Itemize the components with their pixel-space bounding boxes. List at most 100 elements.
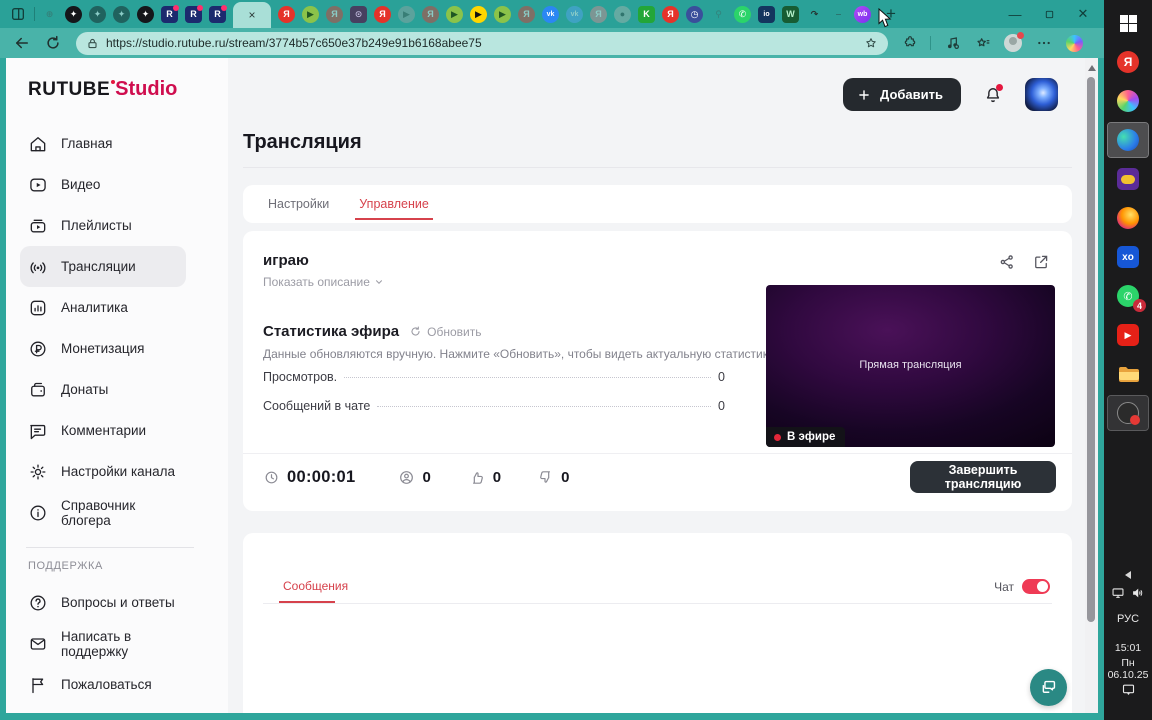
show-description-toggle[interactable]: Показать описание xyxy=(263,275,384,289)
taskbar-obs[interactable] xyxy=(1108,396,1148,430)
channel-avatar[interactable] xyxy=(1025,78,1058,111)
collections-icon[interactable] xyxy=(975,35,991,51)
close-window-button[interactable]: ✕ xyxy=(1066,1,1100,27)
scrollbar-up-arrow[interactable] xyxy=(1088,65,1096,71)
language-indicator[interactable]: РУС xyxy=(1104,613,1152,625)
taskbar-windows-start[interactable] xyxy=(1108,6,1148,40)
back-button[interactable] xyxy=(13,34,31,52)
taskbar-game-center[interactable] xyxy=(1108,162,1148,196)
kontur-favicon[interactable]: K xyxy=(638,6,655,23)
sidebar-item-video[interactable]: Видео xyxy=(20,164,186,205)
music-extension-icon[interactable] xyxy=(945,35,961,51)
sidebar-item-blogger-guide[interactable]: Справочник блогера xyxy=(20,492,186,533)
taskbar-xo-app[interactable]: xo xyxy=(1108,240,1148,274)
add-button[interactable]: Добавить xyxy=(843,78,961,111)
search-favicon[interactable]: ⚲ xyxy=(710,6,727,23)
stream-preview[interactable]: Прямая трансляция В эфире xyxy=(766,285,1055,447)
star-app-favicon[interactable]: ✦ xyxy=(65,6,82,23)
star-app-favicon[interactable]: ✦ xyxy=(137,6,154,23)
hidden-icons-arrow[interactable] xyxy=(1104,566,1152,584)
active-tab[interactable]: × xyxy=(233,2,271,28)
sidebar-item-broadcasts[interactable]: Трансляции xyxy=(20,246,186,287)
address-bar[interactable]: https://studio.rutube.ru/stream/3774b57c… xyxy=(76,32,888,55)
browser-profile-avatar[interactable] xyxy=(1004,34,1022,52)
sidebar-item-report[interactable]: Пожаловаться xyxy=(20,664,186,705)
play-favicon[interactable]: ▶ xyxy=(398,6,415,23)
wb-favicon[interactable]: wb xyxy=(854,6,871,23)
more-menu-icon[interactable] xyxy=(1036,35,1052,51)
finish-stream-button[interactable]: Завершить трансляцию xyxy=(910,461,1056,493)
globe-favicon[interactable]: ⊕ xyxy=(41,6,58,23)
sidebar-item-monetization[interactable]: Монетизация xyxy=(20,328,186,369)
oval-app-favicon[interactable]: ⊙ xyxy=(350,6,367,23)
reload-button[interactable] xyxy=(44,34,62,52)
system-tray[interactable] xyxy=(1104,586,1152,600)
sidebar-item-channel-settings[interactable]: Настройки канала xyxy=(20,451,186,492)
yandex-favicon[interactable]: Я xyxy=(374,6,391,23)
rutube-favicon[interactable]: R xyxy=(185,6,202,23)
clock-app-favicon[interactable]: ◷ xyxy=(686,6,703,23)
sidebar-item-analytics[interactable]: Аналитика xyxy=(20,287,186,328)
refresh-button[interactable]: Обновить xyxy=(409,325,481,339)
taskbar-firefox[interactable] xyxy=(1108,201,1148,235)
support-chat-fab[interactable] xyxy=(1030,669,1067,706)
chat-toggle[interactable] xyxy=(1022,579,1050,594)
star-app-favicon[interactable]: ✦ xyxy=(113,6,130,23)
taskbar-yandex-browser[interactable]: Я xyxy=(1108,45,1148,79)
yandex-favicon[interactable]: Я xyxy=(590,6,607,23)
vk-favicon[interactable]: vk xyxy=(542,6,559,23)
page-scrollbar[interactable] xyxy=(1085,58,1098,713)
minimize-button[interactable]: — xyxy=(998,1,1032,27)
sidebar-item-home[interactable]: Главная xyxy=(20,123,186,164)
tab-overview-icon[interactable] xyxy=(10,6,26,22)
play-favicon[interactable]: ▶ xyxy=(446,6,463,23)
rutube-favicon[interactable]: R xyxy=(161,6,178,23)
clock-time[interactable]: 15:01 xyxy=(1104,642,1152,654)
sidebar-item-faq[interactable]: Вопросы и ответы xyxy=(20,582,186,623)
likes-count[interactable]: 0 xyxy=(469,469,501,486)
io-favicon[interactable]: io xyxy=(758,6,775,23)
open-external-icon[interactable] xyxy=(1032,253,1050,271)
play-favicon[interactable]: ▶ xyxy=(470,6,487,23)
play-favicon[interactable]: ▶ xyxy=(494,6,511,23)
url-text[interactable]: https://studio.rutube.ru/stream/3774b57c… xyxy=(106,36,864,50)
star-app-favicon[interactable]: ✦ xyxy=(89,6,106,23)
tab-settings[interactable]: Настройки xyxy=(268,185,329,223)
share-icon[interactable] xyxy=(998,253,1016,271)
dash-favicon[interactable]: ‒ xyxy=(830,6,847,23)
mic-favicon[interactable]: ● xyxy=(614,6,631,23)
yandex-favicon[interactable]: Я xyxy=(278,6,295,23)
yandex-favicon[interactable]: Я xyxy=(518,6,535,23)
sidebar-item-comments[interactable]: Комментарии xyxy=(20,410,186,451)
sidebar-item-playlists[interactable]: Плейлисты xyxy=(20,205,186,246)
whatsapp-favicon[interactable]: ✆ xyxy=(734,6,751,23)
tab-messages[interactable]: Сообщения xyxy=(283,579,348,593)
clock-date[interactable]: Пн 06.10.25 xyxy=(1104,657,1152,681)
action-center-icon[interactable] xyxy=(1104,682,1152,702)
sidebar-item-write-support[interactable]: Написать в поддержку xyxy=(20,623,186,664)
w-favicon[interactable]: W xyxy=(782,6,799,23)
taskbar-youtube[interactable]: ▶ xyxy=(1108,318,1148,352)
taskbar-color-pin[interactable] xyxy=(1108,84,1148,118)
new-tab-button[interactable]: + xyxy=(881,4,901,24)
rutube-favicon[interactable]: R xyxy=(209,6,226,23)
vk-favicon[interactable]: vk xyxy=(566,6,583,23)
extensions-icon[interactable] xyxy=(902,35,918,51)
maximize-button[interactable] xyxy=(1032,1,1066,27)
yandex-favicon[interactable]: Я xyxy=(662,6,679,23)
bookmark-star-icon[interactable] xyxy=(864,36,878,50)
notifications-bell-icon[interactable] xyxy=(983,85,1003,105)
taskbar-whatsapp[interactable]: ✆4 xyxy=(1108,279,1148,313)
swoosh-favicon[interactable]: ↷ xyxy=(806,6,823,23)
scrollbar-thumb[interactable] xyxy=(1087,77,1095,622)
taskbar-edge[interactable] xyxy=(1108,123,1148,157)
yandex-favicon[interactable]: Я xyxy=(422,6,439,23)
rutube-studio-logo[interactable]: RUTUBE Studio xyxy=(28,78,228,101)
dislikes-count[interactable]: 0 xyxy=(537,469,569,486)
tab-control[interactable]: Управление xyxy=(359,185,429,223)
play-favicon[interactable]: ▶ xyxy=(302,6,319,23)
copilot-icon[interactable] xyxy=(1066,35,1083,52)
sidebar-item-donates[interactable]: Донаты xyxy=(20,369,186,410)
yandex-favicon[interactable]: Я xyxy=(326,6,343,23)
taskbar-explorer-folder[interactable] xyxy=(1108,357,1148,391)
